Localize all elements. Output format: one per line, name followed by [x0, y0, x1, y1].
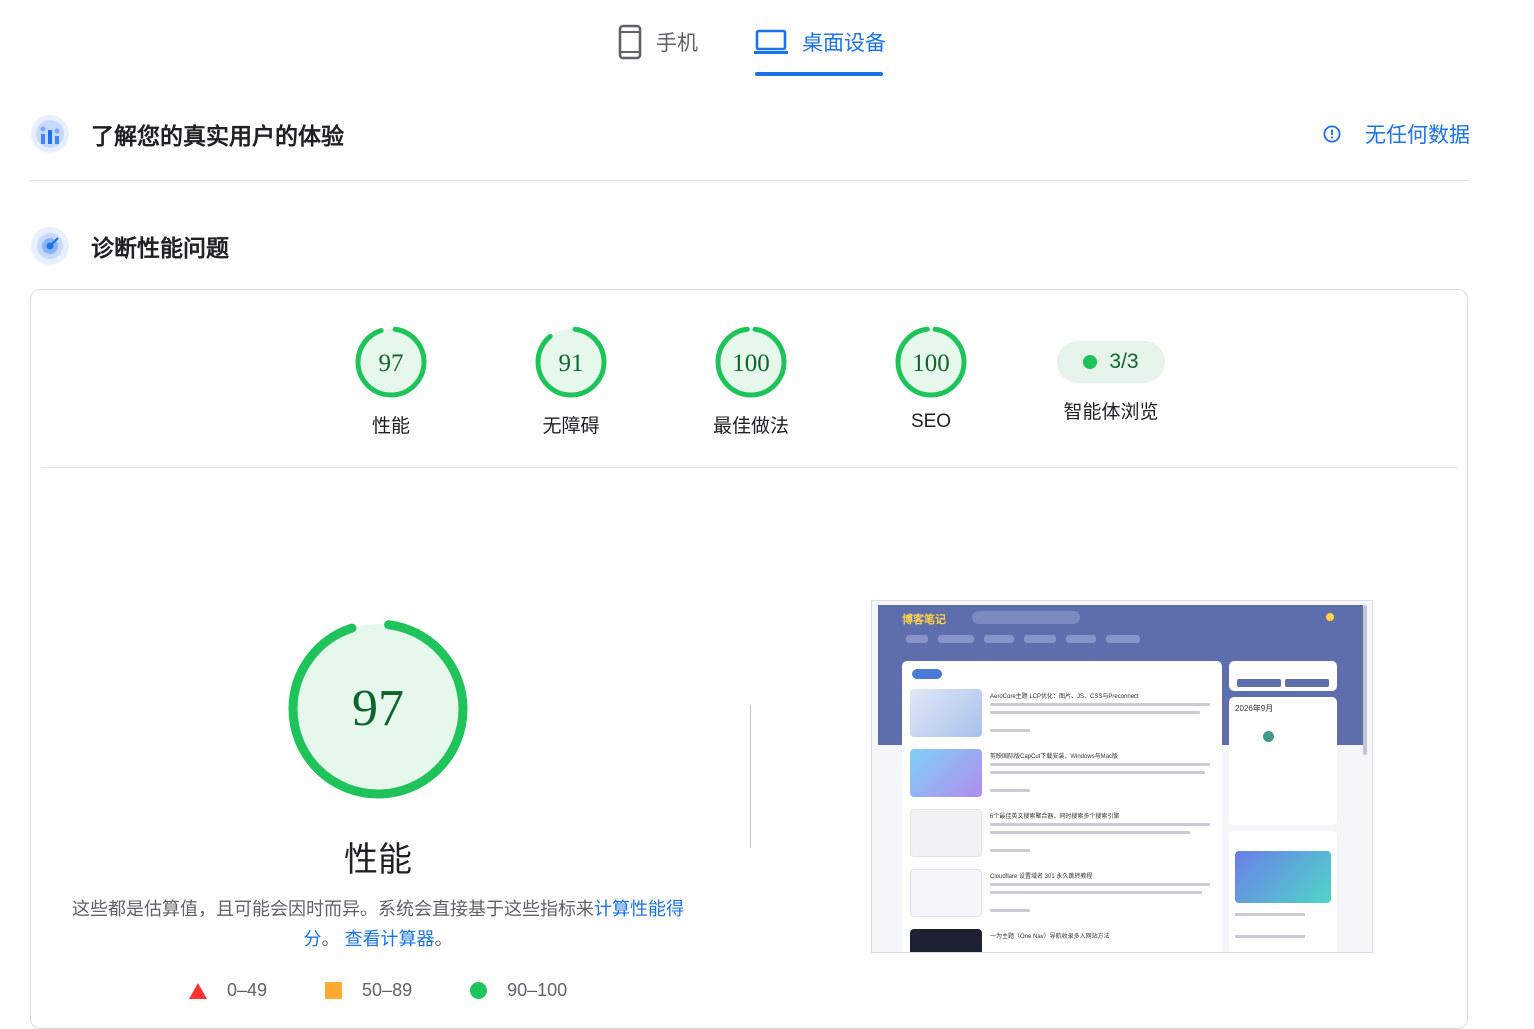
thumb-scrollbar [1363, 605, 1367, 755]
phone-icon [618, 24, 642, 60]
view-calculator-link[interactable]: 查看计算器 [345, 929, 435, 949]
performance-big-label: 性能 [344, 841, 412, 879]
thumb-search [972, 611, 1080, 624]
thumb-post: Cloudflare 设置域名 301 永久跳转教程 [910, 869, 1214, 925]
gauge-value: 100 [912, 350, 950, 377]
tab-desktop[interactable]: 桌面设备 [754, 22, 886, 62]
thumb-recommend [1229, 831, 1337, 952]
field-data-title: 了解您的真实用户的体验 [91, 123, 344, 149]
gauge-performance[interactable]: 97 性能 [311, 325, 471, 438]
lighthouse-report-card: 97 性能 91 无障碍 100 最佳做法 100 SEO 3/3 智能体浏览 … [30, 289, 1468, 1029]
desc-text: 这些都是估算值，且可能会因时而异。系统会直接基于这些指标来 [72, 899, 594, 919]
thumb-menu-item [938, 635, 974, 643]
active-tab-indicator [755, 72, 883, 76]
gauge-best-practices[interactable]: 100 最佳做法 [671, 325, 831, 438]
gauge-label: 性能 [371, 416, 410, 437]
info-icon [1323, 125, 1341, 143]
diagnose-section: 诊断性能问题 [30, 216, 1470, 276]
agent-score-value: 3/3 [1109, 350, 1139, 373]
field-data-section: 了解您的真实用户的体验 无任何数据 [30, 104, 1470, 164]
thumb-calendar-title: 2026年9月 [1235, 704, 1274, 713]
legend-pass-label: 90–100 [507, 980, 568, 1000]
laptop-icon [754, 29, 788, 54]
thumb-post-title: 6个最佳英文搜索聚合器，同时搜索多个搜索引擎 [990, 814, 1120, 820]
thumb-post-title: 剪映国际版CapCut下载安装，Windows与Mac版 [990, 754, 1119, 760]
gauge-ring: 91 [535, 326, 607, 398]
vertical-divider [750, 705, 751, 848]
page-screenshot-thumbnail[interactable]: 博客笔记 AeroCore主题 LCP优化：图片、JS、CSS与Preconne… [871, 600, 1373, 953]
thumb-post: 一为主题（One Nav）导航收录多入网站方法 [910, 929, 1214, 952]
pass-dot-icon [1083, 355, 1098, 369]
section-divider [30, 180, 1470, 181]
gauge-seo[interactable]: 100 SEO [851, 325, 1011, 433]
gauge-agent-browsing[interactable]: 3/3 智能体浏览 [1031, 325, 1191, 424]
performance-big-gauge: 97 [288, 619, 468, 799]
no-data-label: 无任何数据 [1365, 124, 1470, 147]
gauge-accessibility[interactable]: 91 无障碍 [491, 325, 651, 438]
tab-mobile-label: 手机 [656, 32, 698, 55]
gauge-label: 无障碍 [542, 416, 600, 437]
square-average-icon [325, 982, 343, 999]
thumb-post-list: AeroCore主题 LCP优化：图片、JS、CSS与Preconnect 剪映… [902, 661, 1222, 952]
thumb-post-title: Cloudflare 设置域名 301 永久跳转教程 [990, 874, 1093, 880]
legend-fail: 0–49 [189, 980, 267, 1001]
desc-text: 。 [434, 929, 453, 949]
gauge-ring: 100 [895, 326, 967, 398]
thumb-site-name: 博客笔记 [902, 614, 946, 626]
thumb-menu-item [906, 635, 928, 643]
tab-mobile[interactable]: 手机 [618, 22, 698, 62]
gauge-ring: 97 [355, 326, 427, 398]
thumb-badge [912, 669, 942, 679]
agent-score-pill: 3/3 [1057, 341, 1165, 383]
gauge-value: 100 [732, 350, 770, 377]
thumb-post: 剪映国际版CapCut下载安装，Windows与Mac版 [910, 749, 1214, 805]
performance-description: 这些都是估算值，且可能会因时而异。系统会直接基于这些指标来计算性能得分。 查看计… [71, 894, 685, 954]
gauge-ring: 100 [715, 326, 787, 398]
circle-pass-icon [470, 982, 488, 999]
gauge-value: 97 [379, 350, 404, 377]
legend-average: 50–89 [325, 980, 412, 1001]
device-tabs: 手机 桌面设备 [0, 0, 1534, 80]
triangle-fail-icon [189, 982, 207, 999]
users-chart-icon [31, 115, 69, 153]
gauges-divider [41, 467, 1457, 468]
legend-average-label: 50–89 [362, 980, 413, 1000]
no-data-link[interactable]: 无任何数据 [1323, 104, 1470, 164]
thumb-post: AeroCore主题 LCP优化：图片、JS、CSS与Preconnect [910, 689, 1214, 745]
thumb-menu-item [1106, 635, 1140, 643]
tab-desktop-label: 桌面设备 [802, 32, 886, 55]
thumb-menu-item [984, 635, 1014, 643]
score-legend: 0–49 50–89 90–100 [189, 980, 625, 1001]
gauge-label: 最佳做法 [712, 416, 789, 437]
thumb-post-title: 一为主题（One Nav）导航收录多入网站方法 [990, 934, 1110, 940]
thumb-post-title: AeroCore主题 LCP优化：图片、JS、CSS与Preconnect [990, 694, 1139, 700]
gauge-label: SEO [910, 411, 952, 432]
legend-pass: 90–100 [470, 980, 567, 1001]
diagnose-title: 诊断性能问题 [91, 235, 229, 261]
diagnose-target-icon [31, 227, 69, 265]
gauge-value: 91 [559, 350, 584, 377]
gauge-label: 智能体浏览 [1063, 402, 1159, 423]
thumb-sidebar: 2026年9月 [1229, 661, 1337, 952]
performance-big-value: 97 [352, 680, 404, 737]
thumb-post: 6个最佳英文搜索聚合器，同时搜索多个搜索引擎 [910, 809, 1214, 865]
thumb-login-box [1229, 661, 1337, 691]
desc-text: 。 [321, 929, 340, 949]
legend-fail-label: 0–49 [227, 980, 268, 1000]
thumb-menu-item [1066, 635, 1096, 643]
thumb-calendar: 2026年9月 [1229, 697, 1337, 825]
thumb-menu-item [1024, 635, 1056, 643]
thumb-theme-icon [1326, 613, 1334, 621]
